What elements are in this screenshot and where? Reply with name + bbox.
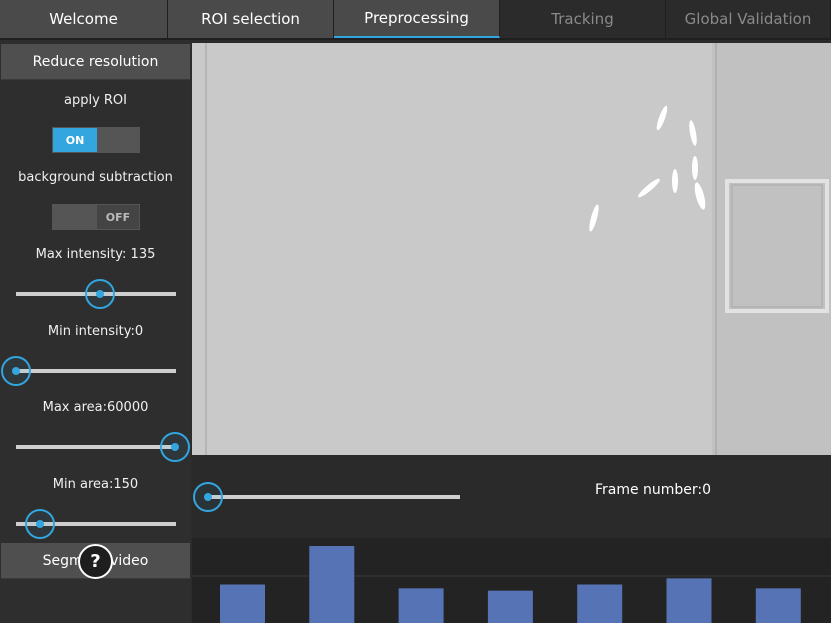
histogram-bar xyxy=(487,590,533,623)
slider-track xyxy=(16,369,176,373)
histogram-bar xyxy=(309,546,355,623)
switch-on-label: ON xyxy=(53,128,97,152)
left-panel: Reduce resolution apply ROI ON backgroun… xyxy=(0,40,191,623)
max-intensity-label: Max intensity: 135 xyxy=(35,247,156,262)
max-intensity-slider[interactable] xyxy=(16,279,176,309)
video-frame xyxy=(192,43,831,455)
histogram-bar xyxy=(220,584,265,623)
histogram-bar xyxy=(755,588,801,623)
frame-slider[interactable] xyxy=(193,482,460,512)
histogram-bar xyxy=(666,578,712,623)
max-area-slider[interactable] xyxy=(16,432,190,462)
min-area-slider[interactable] xyxy=(16,509,176,539)
tab-preprocessing[interactable]: Preprocessing xyxy=(334,0,500,38)
background-subtraction-label: background subtraction xyxy=(18,170,173,185)
frame-number-label: Frame number:0 xyxy=(594,482,712,498)
slider-track xyxy=(208,495,460,499)
tab-bar: Welcome ROI selection Preprocessing Trac… xyxy=(0,0,831,40)
slider-thumb[interactable] xyxy=(160,432,190,462)
apply-roi-label: apply ROI xyxy=(63,93,127,108)
apply-roi-switch[interactable]: ON xyxy=(52,127,140,153)
tab-roi-selection[interactable]: ROI selection xyxy=(168,0,334,38)
frame-controls xyxy=(192,455,831,538)
slider-thumb[interactable] xyxy=(85,279,115,309)
histogram-svg xyxy=(192,546,831,623)
slider-thumb[interactable] xyxy=(193,482,223,512)
slider-track xyxy=(16,445,176,449)
reduce-resolution-button[interactable]: Reduce resolution xyxy=(1,44,190,80)
slider-thumb[interactable] xyxy=(25,509,55,539)
tab-tracking[interactable]: Tracking xyxy=(500,0,666,38)
slider-thumb[interactable] xyxy=(1,356,31,386)
switch-knob xyxy=(97,128,139,152)
histogram xyxy=(192,538,831,623)
histogram-bar xyxy=(577,584,623,623)
tab-welcome[interactable]: Welcome xyxy=(0,0,168,38)
min-intensity-label: Min intensity:0 xyxy=(47,324,144,339)
min-intensity-slider[interactable] xyxy=(1,356,176,386)
switch-off-label: OFF xyxy=(97,205,139,229)
histogram-bar xyxy=(398,588,444,623)
switch-knob xyxy=(53,205,97,229)
max-area-label: Max area:60000 xyxy=(42,400,149,415)
help-icon[interactable]: ? xyxy=(78,544,113,579)
background-subtraction-switch[interactable]: OFF xyxy=(52,204,140,230)
min-area-label: Min area:150 xyxy=(52,477,139,492)
tab-global-validation[interactable]: Global Validation xyxy=(666,0,831,38)
video-image xyxy=(192,43,831,455)
